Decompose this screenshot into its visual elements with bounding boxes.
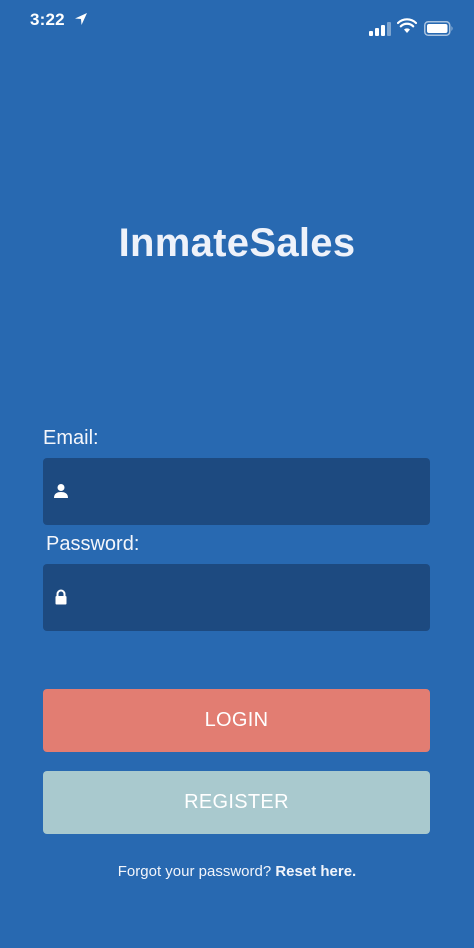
signal-bars-icon — [369, 22, 391, 36]
lock-icon — [55, 589, 67, 605]
password-input[interactable] — [79, 564, 419, 631]
app-title: InmateSales — [118, 221, 356, 265]
register-button[interactable]: REGISTER — [43, 771, 430, 834]
battery-icon — [424, 21, 453, 36]
status-bar: 3:22 — [0, 0, 474, 44]
location-arrow-icon — [75, 13, 87, 25]
password-field-container[interactable] — [43, 564, 430, 631]
email-label: Email: — [43, 427, 99, 449]
reset-password-link[interactable]: Reset here. — [275, 863, 356, 880]
user-icon — [54, 484, 68, 498]
email-field-container[interactable] — [43, 458, 430, 525]
forgot-password-text: Forgot your password? — [117, 863, 272, 880]
password-label: Password: — [46, 533, 140, 555]
login-button[interactable]: LOGIN — [43, 689, 430, 752]
email-input[interactable] — [79, 458, 419, 525]
forgot-password-row: Forgot your password? Reset here. — [0, 863, 474, 880]
status-time: 3:22 — [30, 10, 65, 29]
wifi-icon — [397, 18, 417, 33]
